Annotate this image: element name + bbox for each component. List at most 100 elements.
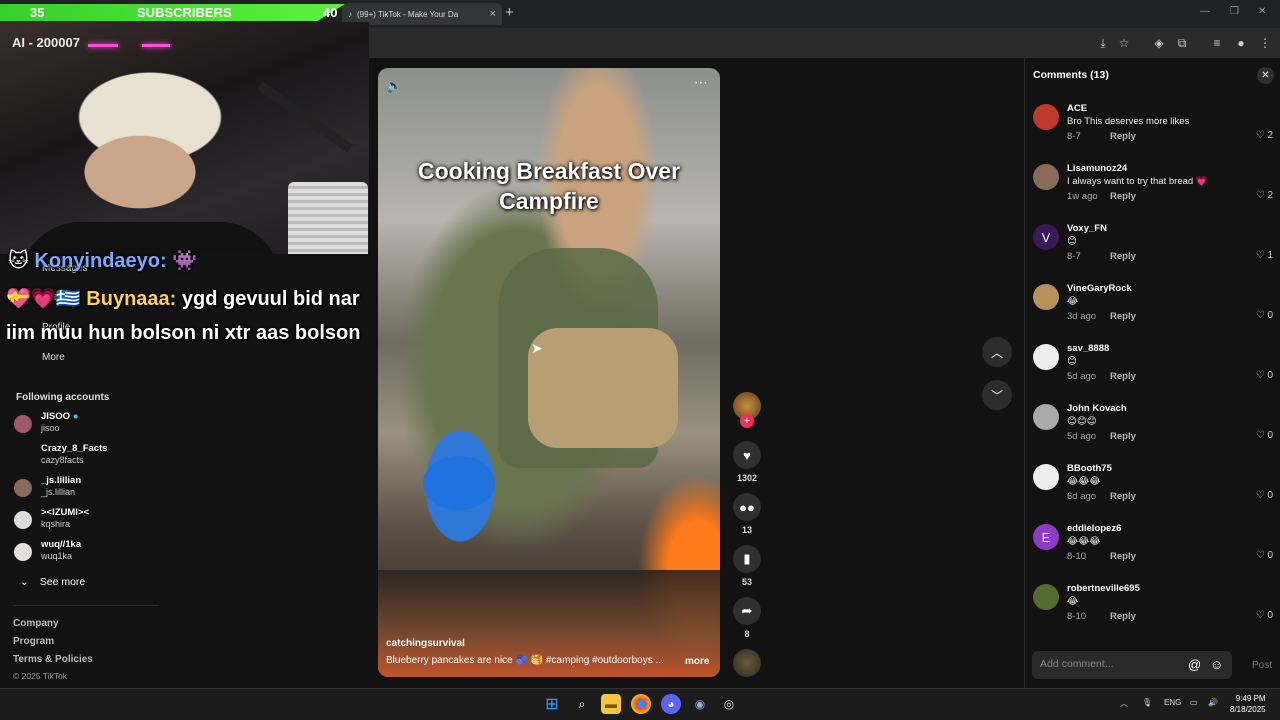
reply-button[interactable]: Reply <box>1110 611 1136 622</box>
comment-username[interactable]: BBooth75 <box>1067 463 1112 474</box>
file-explorer-icon[interactable]: ▬ <box>601 694 621 714</box>
following-item[interactable]: JISOO ● jisoo <box>14 411 164 437</box>
comment-username[interactable]: robertneville695 <box>1067 583 1140 594</box>
comment-item: Lisamunoz24 I always want to try that bre… <box>1025 162 1280 222</box>
music-disc-icon[interactable] <box>733 649 761 677</box>
avatar[interactable] <box>1033 404 1059 430</box>
network-icon[interactable]: ▭ <box>1190 698 1198 707</box>
avatar[interactable]: V <box>1033 224 1059 250</box>
following-item[interactable]: wuq//1ka wuq1ka <box>14 539 164 565</box>
heart-icon[interactable]: ♥ <box>733 441 761 469</box>
extension-badge-icon[interactable]: ◈ <box>1150 34 1168 52</box>
puzzle-icon[interactable]: ⧉ <box>1173 34 1191 52</box>
avatar[interactable]: E <box>1033 524 1059 550</box>
comment-text: 😊 <box>1067 356 1077 367</box>
reply-button[interactable]: Reply <box>1110 251 1136 262</box>
comment-like-button[interactable]: ♡ 0 <box>1256 430 1273 441</box>
footer-terms[interactable]: Terms & Policies <box>13 654 93 665</box>
comment-bubble-icon[interactable]: ●● <box>733 493 761 521</box>
new-tab-button[interactable]: + <box>505 4 514 21</box>
system-clock[interactable]: 9:49 PM 8/18/2025 <box>1230 693 1266 715</box>
next-video-button[interactable]: ﹀ <box>982 380 1012 410</box>
footer-company[interactable]: Company <box>13 618 59 629</box>
comment-username[interactable]: Voxy_FN <box>1067 223 1107 234</box>
search-icon[interactable]: ⌕ <box>572 694 592 714</box>
following-item[interactable]: Crazy_8_Facts cazy8facts <box>14 443 164 469</box>
avatar[interactable] <box>1033 584 1059 610</box>
previous-video-button[interactable]: ︿ <box>982 337 1012 367</box>
comment-like-button[interactable]: ♡ 2 <box>1256 130 1273 141</box>
save-action[interactable]: ▮ 53 <box>733 545 761 587</box>
reply-button[interactable]: Reply <box>1110 131 1136 142</box>
comment-like-button[interactable]: ♡ 0 <box>1256 610 1273 621</box>
reply-button[interactable]: Reply <box>1110 491 1136 502</box>
avatar[interactable] <box>1033 164 1059 190</box>
bookmark-icon[interactable]: ▮ <box>733 545 761 573</box>
footer-program[interactable]: Program <box>13 636 54 647</box>
microphone-icon[interactable]: 🎙 <box>1142 698 1152 707</box>
video-player[interactable]: Cooking Breakfast Over Campfire 🔈 ⋯ catc… <box>378 68 720 677</box>
chrome-icon[interactable] <box>631 694 651 714</box>
follow-plus-icon[interactable]: + <box>740 414 754 428</box>
maximize-icon[interactable]: ❐ <box>1230 6 1239 17</box>
account-name: JISOO <box>41 411 71 422</box>
sidebar-item-more[interactable]: More <box>42 352 65 363</box>
avatar[interactable] <box>1033 104 1059 130</box>
share-action[interactable]: ➦ 8 <box>733 597 761 639</box>
comment-username[interactable]: VineGaryRock <box>1067 283 1132 294</box>
speaker-icon[interactable]: 🔊 <box>1208 698 1218 707</box>
comment-like-button[interactable]: ♡ 0 <box>1256 370 1273 381</box>
comment-like-button[interactable]: ♡ 0 <box>1256 490 1273 501</box>
media-icon[interactable]: ≡ <box>1208 34 1226 52</box>
following-item[interactable]: _js.lillian _js.lillian <box>14 475 164 501</box>
close-icon[interactable]: × <box>490 8 496 20</box>
tray-chevron-icon[interactable]: ︿ <box>1120 698 1128 709</box>
emoji-icon[interactable]: ☺ <box>1210 657 1223 672</box>
obs-icon[interactable]: ◎ <box>719 694 739 714</box>
discord-icon[interactable]: ◕ <box>661 694 681 714</box>
comment-like-button[interactable]: ♡ 0 <box>1256 550 1273 561</box>
like-action[interactable]: ♥ 1302 <box>733 441 761 483</box>
reply-button[interactable]: Reply <box>1110 371 1136 382</box>
comment-username[interactable]: eddielopez6 <box>1067 523 1121 534</box>
star-icon[interactable]: ☆ <box>1115 34 1133 52</box>
add-comment-input[interactable]: Add comment... <box>1032 651 1232 679</box>
following-item[interactable]: ><IZUMI>< kqshira <box>14 507 164 533</box>
comment-username[interactable]: John Kovach <box>1067 403 1127 414</box>
mention-icon[interactable]: @ <box>1188 657 1201 672</box>
minimize-icon[interactable]: — <box>1200 6 1210 17</box>
avatar[interactable] <box>1033 344 1059 370</box>
close-comments-button[interactable]: ✕ <box>1257 67 1274 84</box>
more-link[interactable]: more <box>685 656 709 667</box>
reply-button[interactable]: Reply <box>1110 311 1136 322</box>
comment-like-button[interactable]: ♡ 0 <box>1256 310 1273 321</box>
see-more-button[interactable]: ⌄ See more <box>20 576 85 588</box>
reply-button[interactable]: Reply <box>1110 551 1136 562</box>
volume-icon[interactable]: 🔈 <box>386 78 402 94</box>
language-indicator[interactable]: ENG <box>1164 698 1181 707</box>
caption-line-1: Cooking Breakfast Over <box>417 158 681 184</box>
menu-dots-icon[interactable]: ⋮ <box>1256 34 1274 52</box>
steam-icon[interactable]: ◉ <box>690 694 710 714</box>
close-icon: ✕ <box>1261 70 1270 81</box>
comment-username[interactable]: ACE <box>1067 103 1087 114</box>
comment-item: BBooth75 😂😂😂 6d ago Reply ♡ 0 <box>1025 462 1280 522</box>
comment-action[interactable]: ●● 13 <box>733 493 761 535</box>
windows-start-icon[interactable]: ⊞ <box>542 694 562 714</box>
more-options-icon[interactable]: ⋯ <box>694 74 708 91</box>
window-close-icon[interactable]: ✕ <box>1258 6 1266 17</box>
comment-username[interactable]: sav_8888 <box>1067 343 1109 354</box>
comment-like-button[interactable]: ♡ 2 <box>1256 190 1273 201</box>
video-author[interactable]: catchingsurvival <box>386 638 465 649</box>
comment-like-button[interactable]: ♡ 1 <box>1256 250 1273 261</box>
post-button[interactable]: Post <box>1252 660 1272 671</box>
share-arrow-icon[interactable]: ➦ <box>733 597 761 625</box>
install-icon[interactable]: ⤓ <box>1094 34 1112 52</box>
reply-button[interactable]: Reply <box>1110 431 1136 442</box>
comment-username[interactable]: Lisamunoz24 <box>1067 163 1127 174</box>
avatar[interactable] <box>1033 284 1059 310</box>
comment-item: Eeddielopez6 😂😂😂 8-10 Reply ♡ 0 <box>1025 522 1280 582</box>
profile-avatar[interactable]: ● <box>1232 34 1250 52</box>
reply-button[interactable]: Reply <box>1110 191 1136 202</box>
avatar[interactable] <box>1033 464 1059 490</box>
